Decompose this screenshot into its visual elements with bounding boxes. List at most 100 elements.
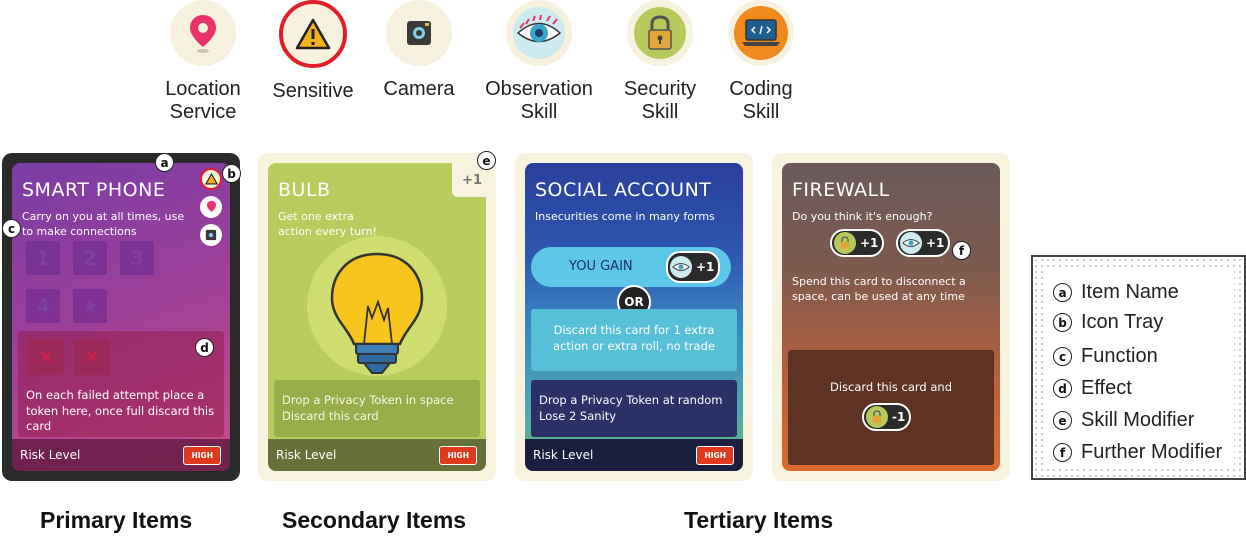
key-row: e Skill Modifier [1053,409,1194,432]
marker-a: a [155,153,174,172]
card-firewall: FIREWALL Do you think it's enough? +1 +1… [772,153,1010,481]
card-function: Do you think it's enough? [792,210,933,223]
key-text: Icon Tray [1081,311,1164,333]
card-effect: Drop a Privacy Token at random Lose 2 Sa… [539,393,723,423]
marker-d: d [195,338,214,357]
key-marker: f [1053,443,1072,462]
card-function: Carry on you at all times, use to make c… [22,210,185,238]
camera-icon [200,224,222,246]
warning-icon [279,0,347,68]
alt-effect: Discard this card for 1 extra action or … [553,323,715,353]
risk-label: Risk Level [20,448,81,462]
group-title-primary: Primary Items [40,507,193,533]
card-title: SOCIAL ACCOUNT [535,179,712,201]
slot-1: 1 [26,241,60,275]
legend-coding-label: Coding Skill [729,78,793,123]
lightbulb-icon [307,236,447,376]
key-legend-inner: a Item Name b Icon Tray c Function d Eff… [1043,267,1234,468]
key-text: Item Name [1081,281,1179,303]
card-effect: On each failed attempt place a token her… [26,388,215,433]
risk-label: Risk Level [276,448,337,462]
slot-4: 4 [26,289,60,323]
location-pin-icon [200,196,222,218]
legend-observation: Observation Skill [479,0,599,124]
effect-modifier-value: -1 [892,410,906,424]
risk-label: Risk Level [533,448,594,462]
key-text: Function [1081,345,1158,367]
security-modifier-value: +1 [860,236,879,250]
padlock-icon [866,406,888,428]
key-text: Further Modifier [1081,441,1223,463]
marker-f: f [952,241,971,260]
card-title: FIREWALL [792,179,890,201]
key-text: Skill Modifier [1081,409,1195,431]
marker-b: b [222,164,241,183]
legend-location: Location Service [143,0,263,124]
key-marker: e [1053,411,1072,430]
risk-bar: Risk Level HIGH [12,439,230,471]
slot-star: ★ [73,289,107,323]
location-pin-icon [170,0,236,66]
marker-e: e [477,151,496,170]
card-description: Spend this card to disconnect a space, c… [792,275,966,303]
card-title: SMART PHONE [22,179,166,201]
eye-icon [900,232,922,254]
observation-modifier-value: +1 [926,236,945,250]
legend-coding: Coding Skill [701,0,821,124]
key-marker: b [1053,313,1072,332]
key-legend: a Item Name b Icon Tray c Function d Eff… [1031,255,1246,480]
security-modifier: +1 [830,229,885,257]
card-function: Insecurities come in many forms [535,210,715,223]
key-marker: c [1053,347,1072,366]
risk-bar: Risk Level HIGH [525,439,743,471]
legend-sensitive-label: Sensitive [272,80,354,102]
key-row: b Icon Tray [1053,311,1163,334]
key-marker: a [1053,283,1072,302]
failed-slot-1: ✕ [28,339,64,375]
eye-icon [670,256,692,278]
failed-slot-2: ✕ [74,339,110,375]
key-row: c Function [1053,345,1158,368]
card-effect: Discard this card and [829,380,953,394]
legend-location-label: Location Service [165,78,241,123]
group-title-secondary: Secondary Items [282,507,467,533]
camera-icon [386,0,452,66]
effect-modifier: -1 [862,403,912,431]
risk-badge: HIGH [439,445,477,465]
risk-badge: HIGH [696,445,734,465]
key-row: d Effect [1053,377,1132,400]
group-title-tertiary: Tertiary Items [684,507,834,533]
card-bulb: +1 BULB Get one extra action every turn!… [258,153,496,481]
key-row: f Further Modifier [1053,441,1222,464]
risk-bar: Risk Level HIGH [268,439,486,471]
risk-badge: HIGH [183,445,221,465]
card-smart-phone-body: SMART PHONE Carry on you at all times, u… [12,163,230,471]
observation-modifier: +1 [896,229,951,257]
card-effect: Drop a Privacy Token in space Discard th… [282,393,454,423]
laptop-code-icon [728,0,794,66]
gain-value: +1 [696,260,715,274]
card-bulb-body: +1 BULB Get one extra action every turn!… [268,163,486,471]
key-row: a Item Name [1053,281,1179,304]
key-text: Effect [1081,377,1132,399]
padlock-icon [834,232,856,254]
legend-sensitive: Sensitive [253,0,373,103]
card-social-account-body: SOCIAL ACCOUNT Insecurities come in many… [525,163,743,471]
legend-camera-label: Camera [383,78,455,100]
marker-c: c [2,219,21,238]
card-function: Get one extra action every turn! [278,210,377,238]
card-social-account: SOCIAL ACCOUNT Insecurities come in many… [515,153,753,481]
gain-label: YOU GAIN [569,259,633,274]
eye-icon [506,0,572,66]
legend-camera: Camera [359,0,479,101]
slot-2: 2 [73,241,107,275]
card-firewall-body: FIREWALL Do you think it's enough? +1 +1… [782,163,1000,471]
card-smart-phone: SMART PHONE Carry on you at all times, u… [2,153,240,481]
key-marker: d [1053,379,1072,398]
gain-modifier: +1 [666,251,721,283]
warning-icon [200,168,222,190]
card-title: BULB [278,179,331,201]
skill-modifier: +1 [462,173,482,188]
padlock-icon [627,0,693,66]
slot-3: 3 [120,241,154,275]
